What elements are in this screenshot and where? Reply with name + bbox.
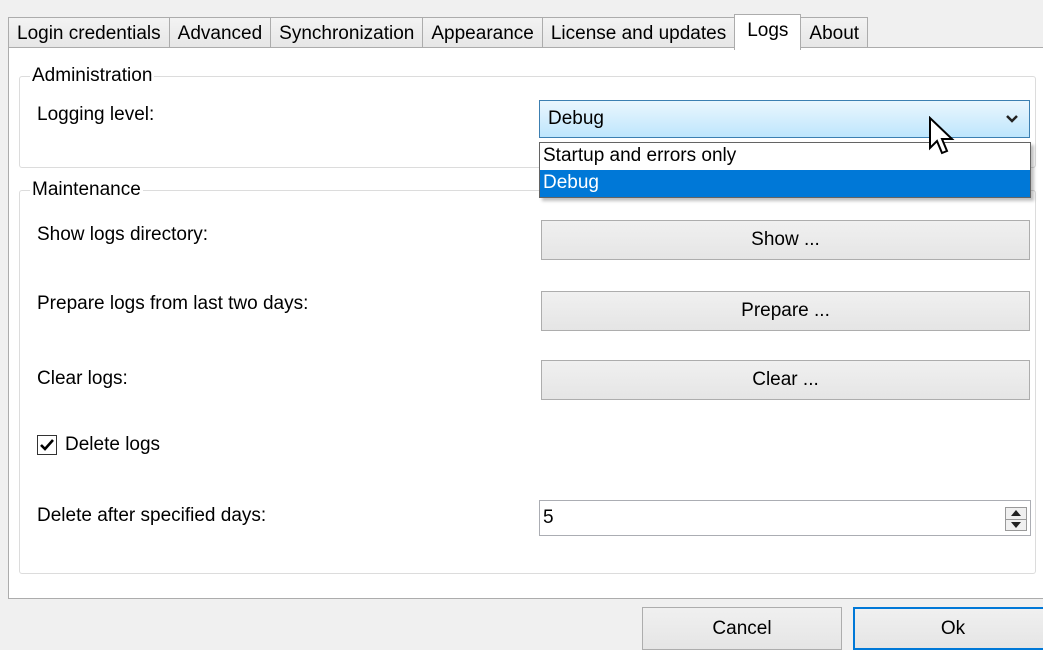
- logging-level-label: Logging level:: [37, 104, 155, 125]
- tab-advanced[interactable]: Advanced: [168, 17, 271, 50]
- delete-logs-label: Delete logs: [65, 434, 161, 455]
- logging-level-value: Debug: [548, 108, 604, 129]
- mouse-pointer-icon: [929, 116, 955, 155]
- spin-down-icon[interactable]: [1006, 518, 1026, 531]
- show-button[interactable]: Show ...: [541, 220, 1030, 260]
- delete-after-days-value: 5: [543, 507, 554, 528]
- clear-button[interactable]: Clear ...: [541, 360, 1030, 400]
- delete-after-days-input[interactable]: 5: [539, 500, 1031, 536]
- tab-synchronization[interactable]: Synchronization: [270, 17, 423, 50]
- prepare-logs-label: Prepare logs from last two days:: [37, 293, 309, 314]
- prepare-button[interactable]: Prepare ...: [541, 291, 1030, 331]
- tab-login-credentials[interactable]: Login credentials: [8, 17, 169, 50]
- logs-tab-panel: Administration Logging level: Debug Star…: [8, 47, 1043, 599]
- maintenance-group-title: Maintenance: [30, 179, 143, 201]
- administration-group-title: Administration: [30, 65, 155, 87]
- checkmark-icon: [40, 439, 54, 451]
- tab-appearance[interactable]: Appearance: [422, 17, 542, 50]
- delete-logs-checkbox[interactable]: [37, 435, 57, 455]
- tab-about[interactable]: About: [801, 17, 869, 50]
- ok-button[interactable]: Ok: [853, 607, 1043, 650]
- spin-up-icon[interactable]: [1006, 508, 1026, 519]
- clear-logs-label: Clear logs:: [37, 368, 128, 389]
- option-debug[interactable]: Debug: [540, 170, 1030, 197]
- cancel-button[interactable]: Cancel: [642, 607, 842, 650]
- delete-after-label: Delete after specified days:: [37, 505, 267, 526]
- tab-strip: Login credentials Advanced Synchronizati…: [8, 14, 869, 50]
- days-spinner[interactable]: [1005, 507, 1027, 531]
- show-logs-label: Show logs directory:: [37, 224, 209, 245]
- chevron-down-icon: [1006, 115, 1018, 123]
- tab-license-and-updates[interactable]: License and updates: [541, 17, 735, 50]
- tab-logs[interactable]: Logs: [734, 14, 802, 50]
